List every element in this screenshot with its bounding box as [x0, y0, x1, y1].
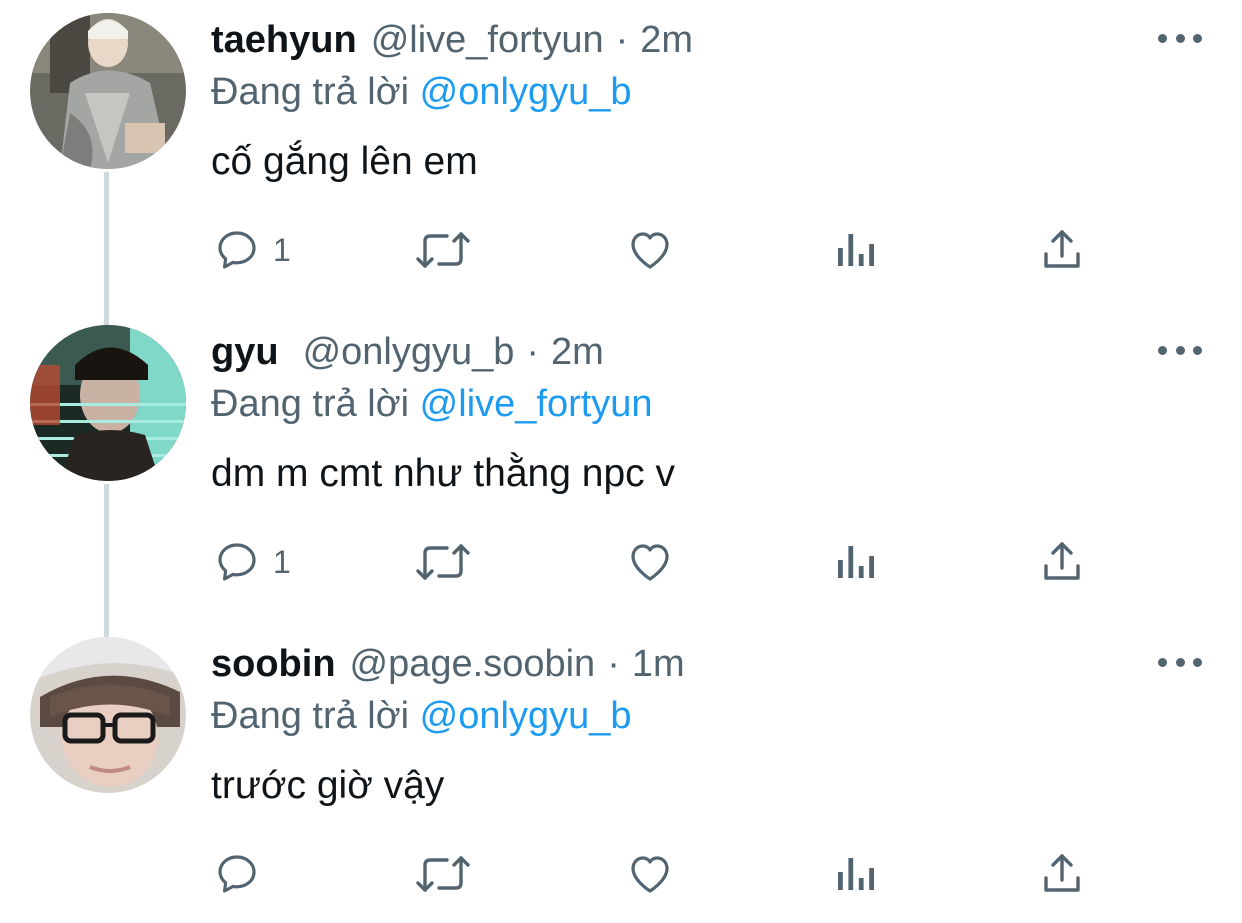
reply-button[interactable]	[213, 846, 273, 902]
share-button[interactable]	[1038, 534, 1086, 590]
share-upload-icon	[1044, 542, 1080, 580]
replying-to-label: Đang trả lời	[211, 695, 410, 737]
reply-button[interactable]: 1	[213, 222, 291, 278]
separator-dot: ·	[526, 331, 540, 373]
replying-to: Đang trả lời @live_fortyun	[211, 378, 653, 430]
reply-count: 1	[273, 232, 291, 268]
avatar[interactable]	[30, 325, 186, 481]
separator-dot: ·	[607, 643, 620, 685]
more-dots-icon[interactable]	[1158, 26, 1202, 50]
replying-to: Đang trả lời @onlygyu_b	[211, 690, 632, 742]
comment-bubble-icon	[218, 231, 256, 269]
retweet-button[interactable]	[413, 222, 473, 278]
heart-icon	[631, 232, 669, 269]
bar-chart-icon	[838, 234, 874, 266]
replying-to-mention[interactable]: @onlygyu_b	[420, 71, 632, 113]
user-handle[interactable]: @onlygyu_b	[303, 331, 515, 373]
tweet-text: dm m cmt như thằng npc v	[211, 452, 675, 495]
retweet-button[interactable]	[413, 534, 473, 590]
display-name[interactable]: soobin	[211, 643, 336, 685]
tweet-actions: 1	[0, 222, 1242, 278]
like-button[interactable]	[626, 222, 674, 278]
avatar-image	[30, 637, 186, 793]
avatar[interactable]	[30, 637, 186, 793]
tweet-text: cố gắng lên em	[211, 140, 478, 183]
retweet-icon	[416, 232, 470, 268]
reply-count: 1	[273, 544, 291, 580]
avatar[interactable]	[30, 13, 186, 169]
share-button[interactable]	[1038, 846, 1086, 902]
avatar-image	[30, 13, 186, 169]
replying-to-mention[interactable]: @onlygyu_b	[420, 695, 632, 737]
separator-dot: ·	[615, 19, 629, 61]
retweet-icon	[416, 856, 470, 892]
like-button[interactable]	[626, 846, 674, 902]
tweet-time[interactable]: 1m	[632, 643, 685, 685]
tweet-text: trước giờ vậy	[211, 764, 445, 807]
tweet[interactable]: taehyun @live_fortyun · 2m Đang trả lời @on…	[0, 0, 1242, 310]
share-upload-icon	[1044, 854, 1080, 892]
replying-to: Đang trả lời @onlygyu_b	[211, 66, 632, 118]
views-button[interactable]	[834, 846, 878, 902]
reply-button[interactable]: 1	[213, 534, 291, 590]
comment-bubble-icon	[218, 855, 256, 893]
heart-icon	[631, 544, 669, 581]
replying-to-mention[interactable]: @live_fortyun	[420, 383, 653, 425]
reply-thread: taehyun @live_fortyun · 2m Đang trả lời @on…	[0, 0, 1242, 923]
replying-to-label: Đang trả lời	[211, 383, 410, 425]
tweet-header: gyu @onlygyu_b · 2m	[211, 326, 604, 378]
share-upload-icon	[1044, 230, 1080, 268]
retweet-icon	[416, 544, 470, 580]
tweet-actions	[0, 846, 1242, 902]
tweet-time[interactable]: 2m	[551, 331, 604, 373]
more-dots-icon[interactable]	[1158, 338, 1202, 362]
display-name[interactable]: gyu	[211, 331, 279, 373]
user-handle[interactable]: @live_fortyun	[371, 19, 604, 61]
comment-bubble-icon	[218, 543, 256, 581]
more-dots-icon[interactable]	[1158, 650, 1202, 674]
tweet-header: soobin @page.soobin · 1m	[211, 638, 685, 690]
bar-chart-icon	[838, 546, 874, 578]
tweet-time[interactable]: 2m	[640, 19, 693, 61]
tweet-actions: 1	[0, 534, 1242, 590]
bar-chart-icon	[838, 858, 874, 890]
tweet-header: taehyun @live_fortyun · 2m	[211, 14, 693, 66]
share-button[interactable]	[1038, 222, 1086, 278]
like-button[interactable]	[626, 534, 674, 590]
avatar-image	[30, 325, 186, 481]
display-name[interactable]: taehyun	[211, 19, 357, 61]
replying-to-label: Đang trả lời	[211, 71, 410, 113]
tweet[interactable]: soobin @page.soobin · 1m Đang trả lời @only…	[0, 624, 1242, 923]
user-handle[interactable]: @page.soobin	[350, 643, 596, 685]
retweet-button[interactable]	[413, 846, 473, 902]
heart-icon	[631, 856, 669, 893]
views-button[interactable]	[834, 534, 878, 590]
views-button[interactable]	[834, 222, 878, 278]
tweet[interactable]: gyu @onlygyu_b · 2m Đang trả lời @live_fort…	[0, 312, 1242, 622]
